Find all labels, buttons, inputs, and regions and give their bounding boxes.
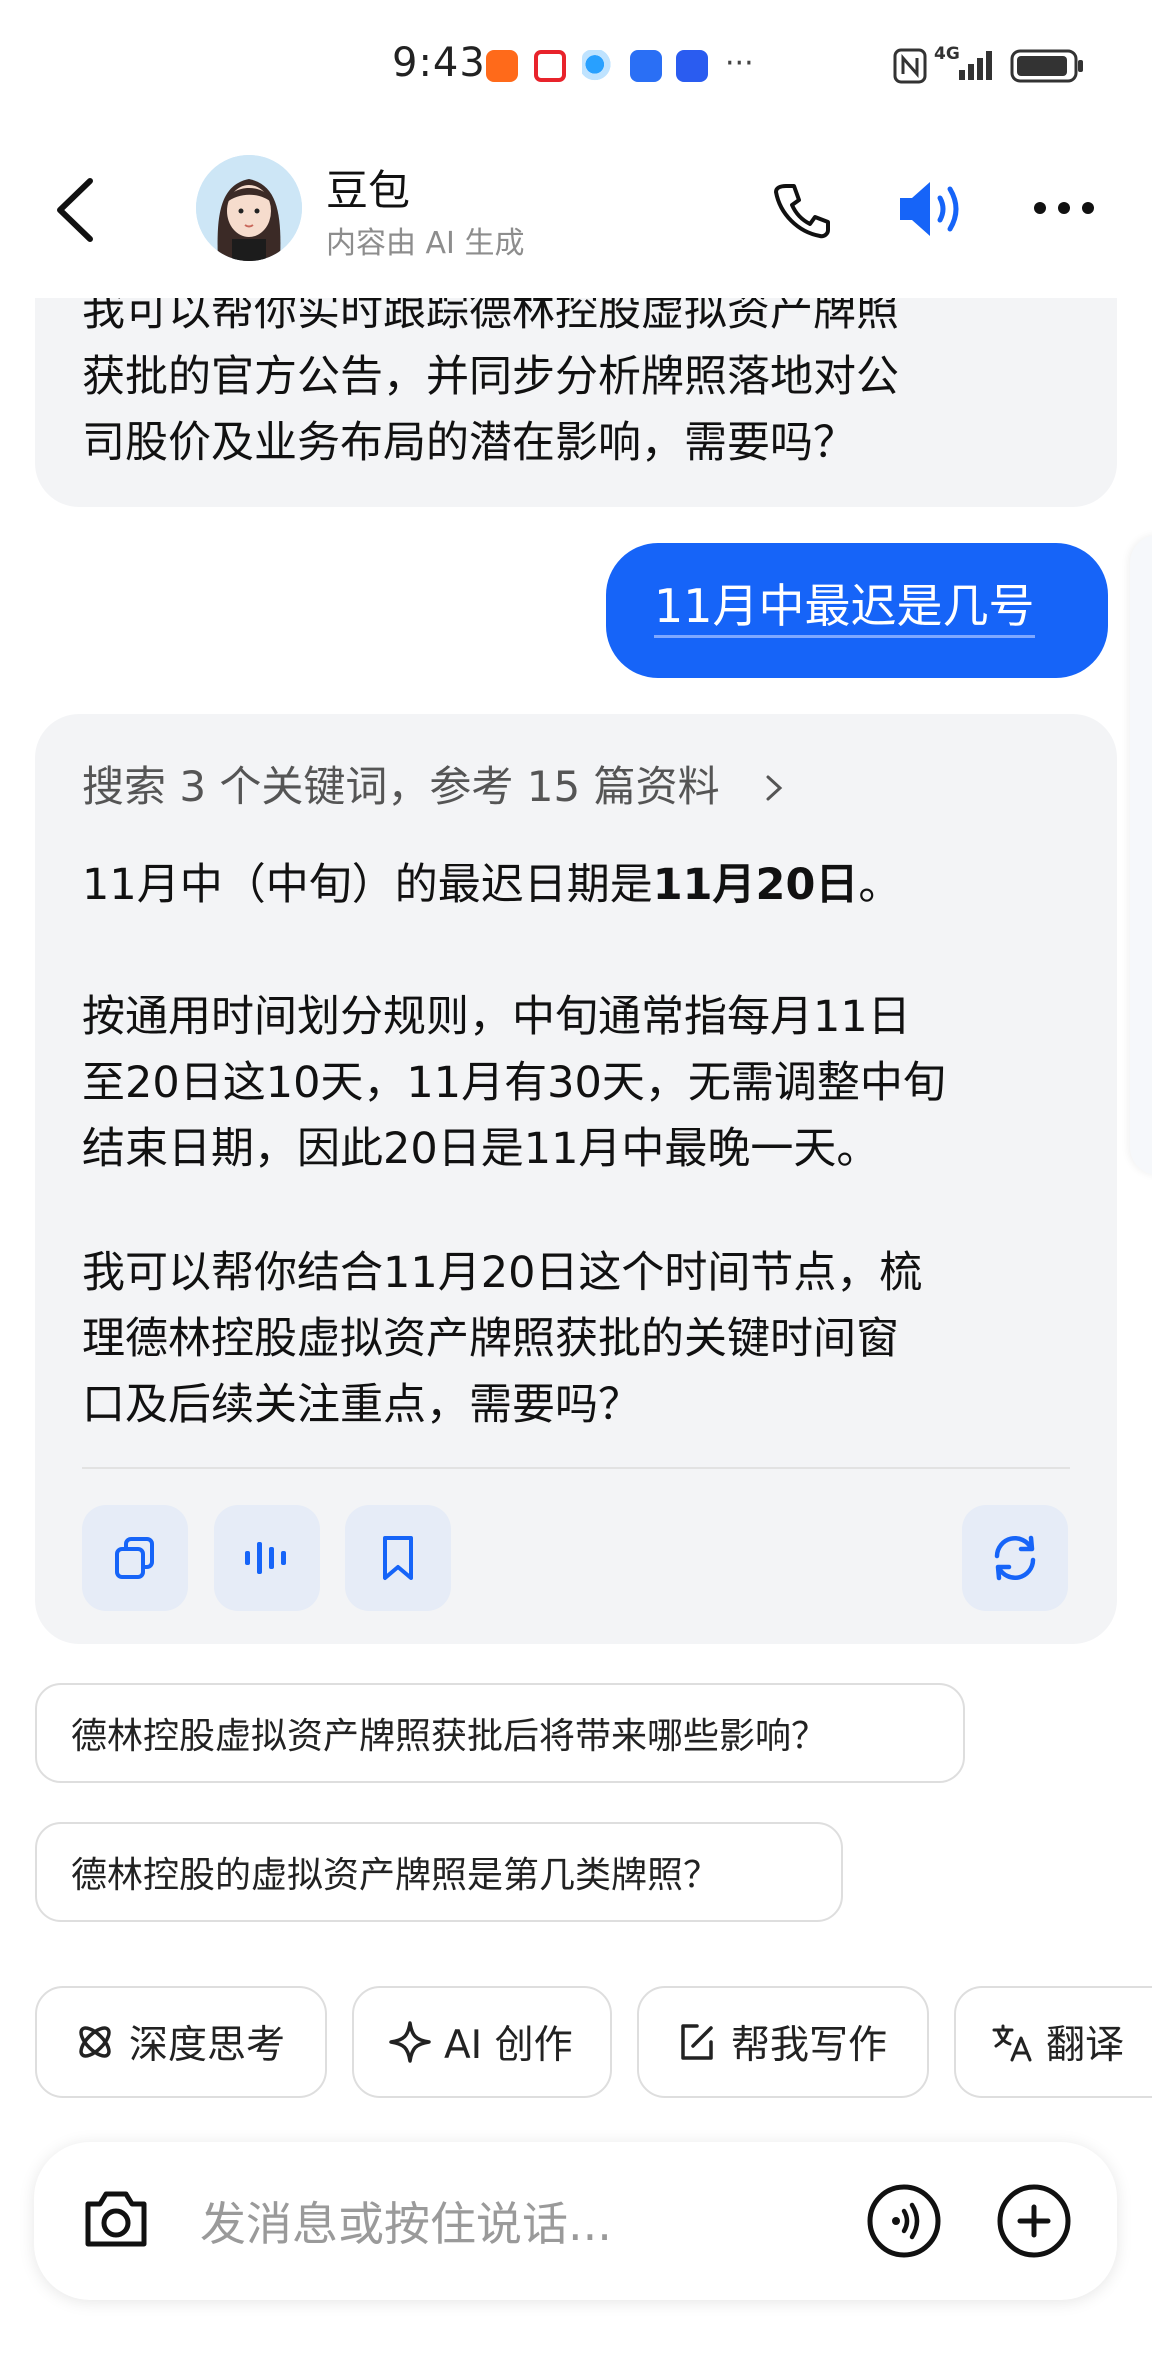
chip-label: 翻译 (1046, 2023, 1125, 2068)
blue-app-icon (630, 50, 662, 82)
copy-icon (115, 1537, 154, 1579)
status-time: 9:43 (392, 40, 486, 86)
add-icon[interactable] (996, 2183, 1072, 2259)
header-background (0, 140, 1152, 298)
message-input[interactable]: 发消息或按住说话... (200, 2188, 612, 2254)
status-bar: 9:43 ··· 4G (0, 0, 1152, 130)
suggestion-chip[interactable]: 德林控股的虚拟资产牌照是第几类牌照？ (35, 1822, 843, 1922)
ai-create-chip[interactable]: AI 创作 (352, 1986, 612, 2098)
news-app-icon (676, 50, 708, 82)
answer-line: 口及后续关注重点，需要吗？ (82, 1380, 641, 1430)
voice-wave-icon (245, 1542, 286, 1574)
back-arrow-icon[interactable] (52, 175, 96, 245)
answer-paragraph-1: 11月中（中旬）的最迟日期是11月20日。 (82, 852, 901, 918)
chevron-right-icon (766, 775, 783, 801)
chip-label: AI 创作 (444, 2023, 573, 2068)
chip-label: 帮我写作 (731, 2023, 888, 2068)
shopping-app-icon (486, 50, 518, 82)
more-options-icon[interactable] (1032, 198, 1096, 218)
suggestion-text: 德林控股的虚拟资产牌照是第几类牌照？ (71, 1855, 720, 1896)
answer-line: 至20日这10天，11月有30天，无需调整中旬 (82, 1058, 946, 1108)
ai-disclaimer: 内容由 AI 生成 (326, 226, 525, 261)
speaker-icon[interactable] (896, 178, 968, 240)
answer-text: 。 (858, 860, 902, 910)
copy-button[interactable] (82, 1505, 188, 1611)
nfc-icon (893, 48, 927, 84)
deep-think-chip[interactable]: 深度思考 (35, 1986, 327, 2098)
signal-icon (959, 51, 992, 80)
more-notifications-icon: ··· (725, 46, 754, 81)
browser-app-icon (582, 50, 614, 82)
side-panel-edge[interactable] (1130, 535, 1152, 1175)
avatar[interactable] (196, 155, 302, 261)
translate-chip[interactable]: 翻译 (954, 1986, 1152, 2098)
voice-call-icon[interactable] (866, 2183, 942, 2259)
bookmark-button[interactable] (345, 1505, 451, 1611)
previous-ai-line: 司股价及业务布局的潜在影响，需要吗？ (82, 418, 856, 468)
translate-icon (992, 2024, 1032, 2062)
previous-ai-line: 获批的官方公告，并同步分析牌照落地对公 (82, 352, 899, 402)
read-aloud-button[interactable] (214, 1505, 320, 1611)
phone-call-icon[interactable] (772, 180, 832, 240)
answer-line: 理德林控股虚拟资产牌照获批的关键时间窗 (82, 1314, 899, 1364)
answer-line: 结束日期，因此20日是11月中最晚一天。 (82, 1124, 880, 1174)
sparkle-icon (389, 2021, 431, 2063)
search-summary[interactable]: 搜索 3 个关键词，参考 15 篇资料 (82, 753, 789, 814)
chip-label: 深度思考 (129, 2023, 286, 2068)
edit-icon (681, 2024, 713, 2060)
suggestion-text: 德林控股虚拟资产牌照获批后将带来哪些影响？ (71, 1716, 828, 1757)
user-message-text: 11月中最迟是几号 (654, 580, 1035, 638)
refresh-icon (994, 1535, 1036, 1581)
answer-line: 我可以帮你结合11月20日这个时间节点，梳 (82, 1248, 923, 1298)
regenerate-button[interactable] (962, 1505, 1068, 1611)
answer-line: 按通用时间划分规则，中旬通常指每月11日 (82, 992, 911, 1042)
bookmark-icon (383, 1536, 413, 1580)
atom-icon (79, 2026, 111, 2058)
suggestion-chip[interactable]: 德林控股虚拟资产牌照获批后将带来哪些影响？ (35, 1683, 965, 1783)
search-summary-text: 搜索 3 个关键词，参考 15 篇资料 (82, 762, 720, 811)
avatar-face-icon (196, 155, 302, 261)
red-app-icon (534, 50, 566, 82)
battery-icon (1010, 49, 1083, 83)
bot-name: 豆包 (326, 166, 411, 215)
camera-icon[interactable] (80, 2186, 152, 2252)
help-write-chip[interactable]: 帮我写作 (637, 1986, 929, 2098)
answer-highlight: 11月20日 (652, 860, 859, 910)
divider (82, 1467, 1070, 1469)
answer-text: 11月中（中旬）的最迟日期是 (82, 860, 653, 910)
